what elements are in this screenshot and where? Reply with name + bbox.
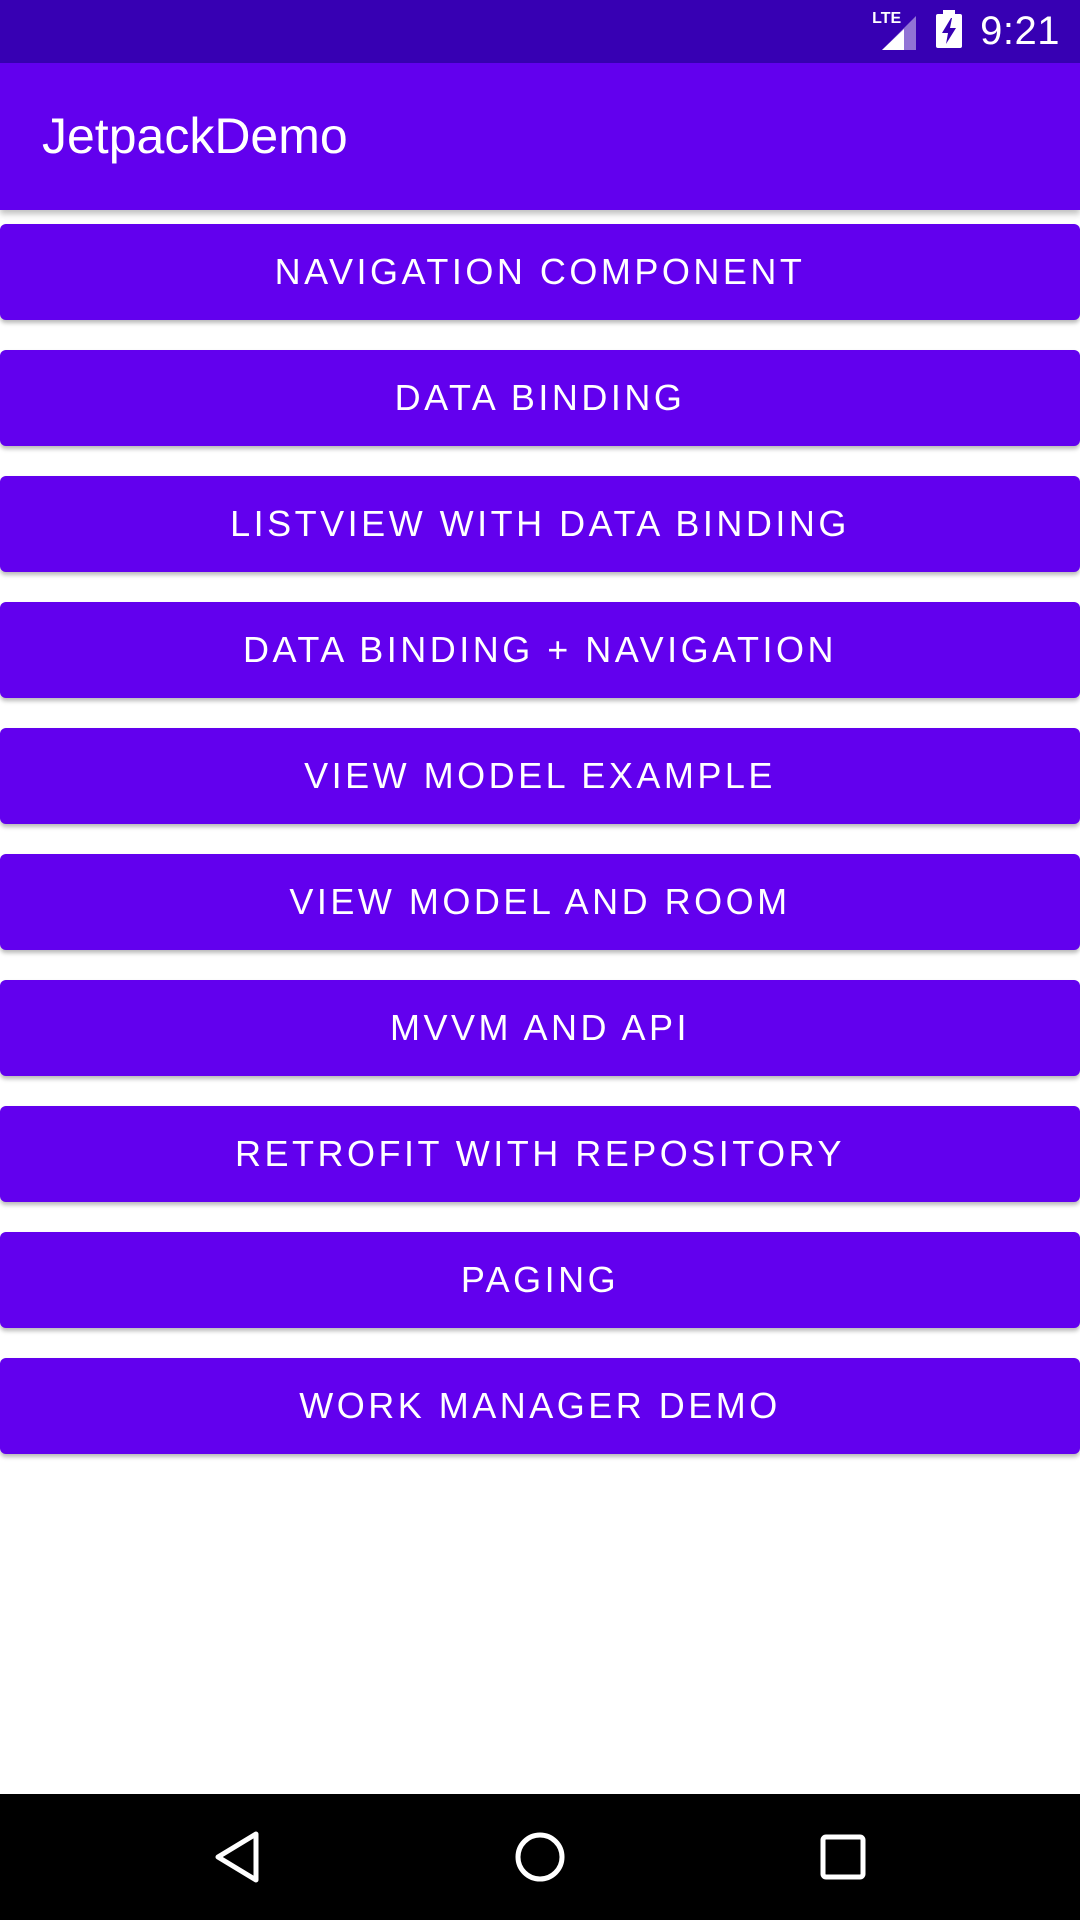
home-icon (515, 1832, 565, 1882)
data-binding-button[interactable]: DATA BINDING (0, 350, 1080, 446)
app-title: JetpackDemo (42, 108, 348, 164)
paging-button[interactable]: PAGING (0, 1232, 1080, 1328)
work-manager-demo-button[interactable]: WORK MANAGER DEMO (0, 1358, 1080, 1454)
system-nav-bar (0, 1794, 1080, 1920)
listview-with-data-binding-button[interactable]: LISTVIEW WITH DATA BINDING (0, 476, 1080, 572)
view-model-and-room-button[interactable]: VIEW MODEL AND ROOM (0, 854, 1080, 950)
mvvm-and-api-button[interactable]: MVVM AND API (0, 980, 1080, 1076)
retrofit-with-repository-button[interactable]: RETROFIT WITH REPOSITORY (0, 1106, 1080, 1202)
app-bar: JetpackDemo (0, 63, 1080, 210)
data-binding-navigation-button[interactable]: DATA BINDING + NAVIGATION (0, 602, 1080, 698)
view-model-example-button[interactable]: VIEW MODEL EXAMPLE (0, 728, 1080, 824)
status-icons: LTE 9:21 (872, 0, 1060, 63)
lte-signal-icon: LTE (872, 10, 918, 52)
status-bar: LTE 9:21 (0, 0, 1080, 63)
back-icon (215, 1831, 259, 1883)
recents-button[interactable] (780, 1794, 906, 1920)
navigation-component-button[interactable]: NAVIGATION COMPONENT (0, 224, 1080, 320)
battery-charging-icon (936, 10, 963, 53)
button-list: NAVIGATION COMPONENT DATA BINDING LISTVI… (0, 224, 1080, 1484)
screen: LTE 9:21 JetpackDemo NAVIGATION COMPONEN… (0, 0, 1080, 1920)
recents-icon (820, 1834, 866, 1880)
back-button[interactable] (174, 1794, 300, 1920)
status-time: 9:21 (980, 9, 1060, 53)
home-button[interactable] (477, 1794, 603, 1920)
